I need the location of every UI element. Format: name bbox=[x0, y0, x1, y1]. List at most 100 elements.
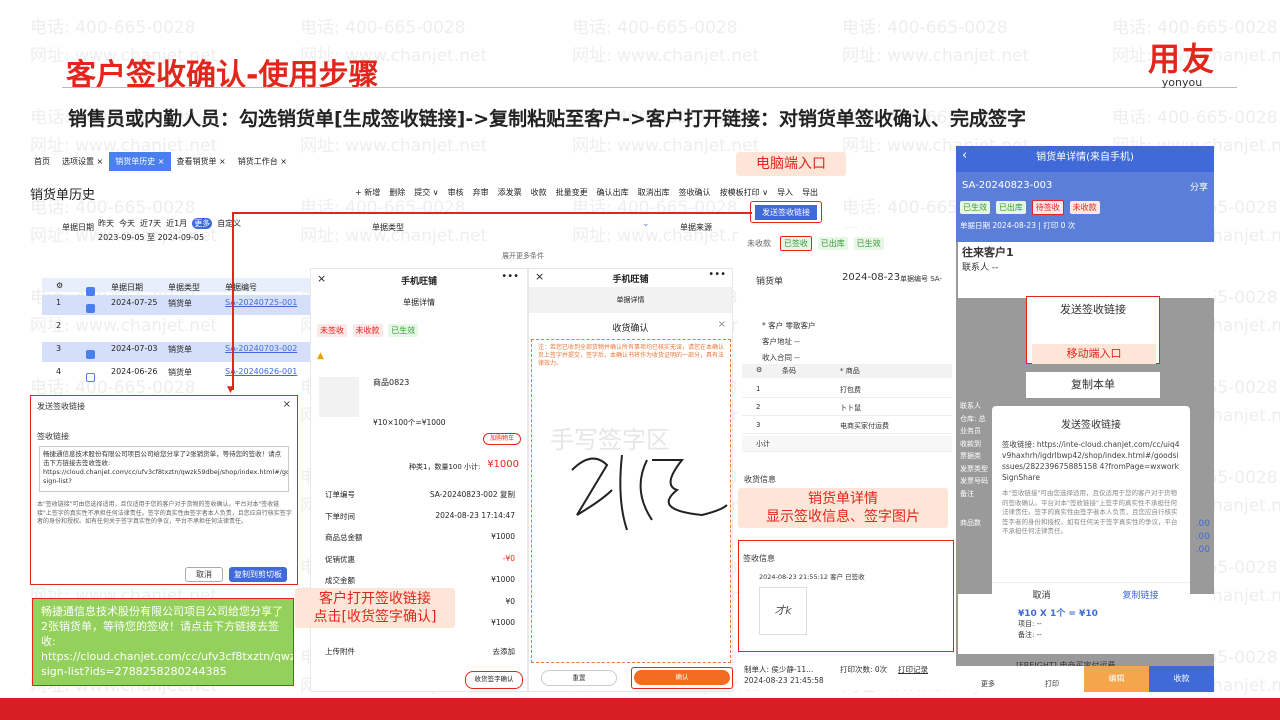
toolbar-confirm-out[interactable]: 确认出库 bbox=[597, 187, 629, 198]
lbl-note: 备注 bbox=[960, 489, 974, 498]
row-checkbox[interactable] bbox=[86, 298, 95, 317]
mobile-copy-order[interactable]: 复制本单 bbox=[1026, 372, 1160, 398]
lbl-invoice-type: 发票类型 bbox=[960, 464, 988, 473]
mobile-item-note: 备注: -- bbox=[1018, 631, 1042, 639]
filter-today[interactable]: 今天 bbox=[119, 218, 135, 229]
sign-info-title: 签收信息 bbox=[743, 554, 775, 563]
settings-icon[interactable]: ⚙ bbox=[56, 281, 63, 290]
row-checkbox[interactable] bbox=[86, 344, 95, 363]
toolbar-unaudit[interactable]: 弃审 bbox=[473, 187, 489, 198]
toolbar-receipt[interactable]: 收款 bbox=[531, 187, 547, 198]
row-index: 1 bbox=[56, 298, 62, 307]
pc-tab-bar: 首页 选项设置 × 销货单历史 × 查看销货单 × 销货工作台 × bbox=[28, 150, 308, 172]
col-barcode: 条码 bbox=[782, 367, 796, 375]
mobile-dialog-title: 发送签收链接 bbox=[1061, 420, 1121, 431]
confirm-dialog-title: 收货确认 bbox=[612, 324, 649, 334]
mobile-date: 单据日期 2024-08-23 | 打印 0 次 bbox=[960, 221, 1076, 230]
signature-area[interactable]: 注：若您已收到全部货物并确认所有事项均已核实无误，请您在本确认页上签字并提交，签… bbox=[531, 339, 731, 663]
mobile-send-link-item[interactable]: 发送签收链接 bbox=[1027, 301, 1159, 317]
row-checkbox[interactable] bbox=[86, 367, 95, 386]
dialog-cancel-button[interactable]: 取消 bbox=[185, 567, 223, 582]
detail-fields: * 客户 零散客户 客户地址 -- 收入合同 -- bbox=[762, 318, 816, 366]
filter-yesterday[interactable]: 昨天 bbox=[98, 218, 114, 229]
phone2-subtitle: 单据详情 bbox=[529, 287, 732, 313]
toolbar-invoice[interactable]: 添发票 bbox=[498, 187, 522, 198]
mobile-print[interactable]: 打印 bbox=[1020, 666, 1084, 692]
dialog-link-label: 签收链接 bbox=[37, 432, 69, 441]
lbl-wh: 仓库: 总 bbox=[960, 414, 986, 423]
row-index: 2 bbox=[56, 321, 62, 330]
product-price: ¥10×100个=¥1000 bbox=[373, 418, 446, 427]
back-icon[interactable]: ‹ bbox=[962, 148, 967, 163]
dialog-link-textarea[interactable]: 畅捷通信息技术股份有限公司项目公司给您分享了2张销货单，等待您的签收！请点击下方… bbox=[39, 446, 289, 492]
toolbar-cancel-out[interactable]: 取消出库 bbox=[638, 187, 670, 198]
mobile-copy-link-button[interactable]: 复制链接 bbox=[1091, 583, 1190, 608]
tab-settings[interactable]: 选项设置 × bbox=[56, 152, 109, 171]
toolbar-audit[interactable]: 审核 bbox=[448, 187, 464, 198]
col-code: 单据编号 bbox=[225, 283, 257, 292]
product-image bbox=[319, 377, 359, 417]
tag-unpaid: 未收款 bbox=[352, 324, 383, 337]
mobile-dialog-link[interactable]: 签收链接: https://inte-cloud.chanjet.com/cc/… bbox=[1002, 439, 1180, 483]
toolbar-sign-confirm[interactable]: 签收确认 bbox=[679, 187, 711, 198]
filter-custom[interactable]: 自定义 bbox=[217, 218, 241, 229]
lbl-bill: 票据类 bbox=[960, 452, 981, 460]
field-value: 去添加 bbox=[492, 646, 516, 656]
copy-clipboard-button[interactable]: 复制到剪切板 bbox=[229, 567, 287, 582]
row-code-link[interactable]: SA-20240725-001 bbox=[225, 298, 297, 307]
toolbar-submit[interactable]: 提交 ∨ bbox=[414, 187, 438, 198]
filter-more[interactable]: 更多 bbox=[192, 218, 213, 229]
toolbar-delete[interactable]: 删除 bbox=[389, 187, 405, 198]
settings-icon[interactable]: ⚙ bbox=[756, 366, 762, 374]
mobile-cancel-button[interactable]: 取消 bbox=[992, 583, 1091, 608]
toolbar-import[interactable]: 导入 bbox=[777, 187, 793, 198]
watermark-text: 电话: 400-665-0028网址: www.chanjet.net bbox=[842, 18, 1030, 66]
title-divider bbox=[62, 87, 1237, 88]
col-product: * 商品 bbox=[840, 367, 860, 375]
ok-box: 确认 bbox=[631, 667, 733, 689]
send-sign-link-button[interactable]: 发送签收链接 bbox=[755, 205, 817, 220]
mobile-item-project: 项目: -- bbox=[1018, 620, 1042, 628]
expand-conditions[interactable]: 展开更多条件 bbox=[502, 251, 544, 261]
print-record-link[interactable]: 打印记录 bbox=[898, 664, 928, 675]
tab-home[interactable]: 首页 bbox=[28, 152, 56, 171]
detail-tab[interactable]: 销货单 bbox=[756, 274, 783, 287]
more-icon[interactable]: ••• bbox=[708, 269, 726, 280]
row-type: 销货单 bbox=[168, 345, 192, 354]
close-icon[interactable]: × bbox=[718, 319, 726, 330]
send-link-box: 发送签收链接 bbox=[750, 201, 822, 223]
mobile-receive-button[interactable]: 收款 bbox=[1149, 666, 1214, 692]
share-button[interactable]: 分享 bbox=[1190, 180, 1208, 193]
mobile-more[interactable]: 更多 bbox=[956, 666, 1020, 692]
tag-shipped: 已出库 bbox=[995, 201, 1026, 214]
row-date: 2024-06-26 bbox=[111, 367, 158, 376]
reset-button[interactable]: 重置 bbox=[541, 670, 617, 686]
toolbar-batch[interactable]: 批量变更 bbox=[556, 187, 588, 198]
filter-7days[interactable]: 近7天 bbox=[140, 218, 161, 229]
sign-info-box: 签收信息 2024-08-23 21:55:12 客户 已签收 才k bbox=[738, 540, 954, 652]
phone1-subtitle: 单据详情 bbox=[403, 298, 435, 307]
summary-label: 种类1，数量100 小计: bbox=[409, 463, 481, 471]
tab-sales-workbench[interactable]: 销货工作台 × bbox=[232, 152, 293, 171]
chevron-down-icon[interactable]: ⌄ bbox=[642, 219, 650, 229]
confirm-sign-button[interactable]: 收货签字确认 bbox=[465, 671, 523, 689]
mobile-edit-button[interactable]: 编辑 bbox=[1084, 666, 1149, 692]
toolbar-print[interactable]: 按模板打印 ∨ bbox=[720, 187, 768, 198]
tab-view-sales[interactable]: 查看销货单 × bbox=[171, 152, 232, 171]
row-code-link[interactable]: SA-20240626-001 bbox=[225, 367, 297, 376]
row-code-link[interactable]: SA-20240703-002 bbox=[225, 344, 297, 353]
logo-brand: 用友 bbox=[1148, 40, 1217, 78]
tab-sales-history[interactable]: 销货单历史 × bbox=[109, 151, 171, 171]
customer-message: 畅捷通信息技术股份有限公司项目公司给您分享了2张销货单，等待您的签收！请点击下方… bbox=[32, 598, 294, 686]
close-icon[interactable]: × bbox=[283, 399, 291, 410]
toolbar-add[interactable]: + 新增 bbox=[355, 187, 380, 198]
confirm-button[interactable]: 确认 bbox=[634, 670, 730, 685]
detail-table-row: 1 打包费 bbox=[742, 382, 952, 398]
toolbar-export[interactable]: 导出 bbox=[802, 187, 818, 198]
filter-1month[interactable]: 近1月 bbox=[166, 218, 187, 229]
more-icon[interactable]: ••• bbox=[501, 271, 519, 282]
row-product: 卜卜鼠 bbox=[840, 404, 861, 412]
row-date: 2024-07-03 bbox=[111, 344, 158, 353]
add-cart-button[interactable]: 加购物车 bbox=[483, 433, 521, 445]
mobile-dialog-note: 本"签收链接"可由您选择适用，且仅适用于您的客户对于货物的签收确认。平台对本"签… bbox=[1002, 489, 1178, 535]
